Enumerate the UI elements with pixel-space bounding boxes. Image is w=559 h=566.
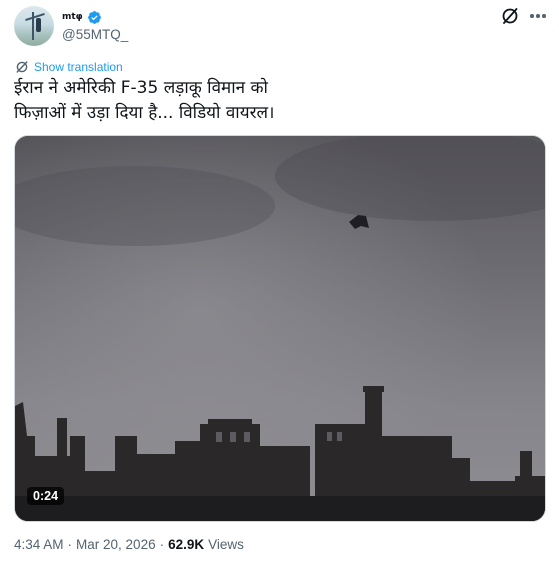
tweet-card: mtφ @55MTQ_ Show translation ईरान ने अमे… (0, 0, 559, 566)
tweet-text: ईरान ने अमेरिकी F-35 लड़ाकू विमान को फिज… (14, 76, 534, 126)
tweet-metadata: 4:34 AM · Mar 20, 2026 · 62.9K Views (14, 537, 244, 552)
verified-badge-icon (87, 10, 101, 24)
video-player[interactable]: 0:24 (14, 135, 546, 522)
tweet-date-link[interactable]: Mar 20, 2026 (76, 537, 156, 552)
tweet-text-line-2: फिज़ाओं में उड़ा दिया है... विडियो वायरल… (14, 103, 275, 123)
show-translation-label: Show translation (34, 60, 123, 74)
translate-icon (16, 61, 28, 73)
meta-separator: · (159, 537, 165, 552)
views-label: Views (208, 537, 244, 552)
video-thumbnail (15, 136, 545, 521)
grok-icon[interactable] (500, 6, 520, 26)
tweet-text-line-1: ईरान ने अमेरिकी F-35 लड़ाकू विमान को (14, 78, 268, 98)
author-handle[interactable]: @55MTQ_ (62, 27, 128, 42)
tweet-time-link[interactable]: 4:34 AM (14, 537, 64, 552)
video-duration-badge: 0:24 (27, 487, 65, 505)
meta-separator: · (67, 537, 73, 552)
display-name[interactable]: mtφ (62, 12, 83, 22)
views-count: 62.9K (168, 537, 205, 552)
show-translation-link[interactable]: Show translation (15, 60, 123, 74)
author-name-row[interactable]: mtφ (62, 9, 102, 25)
avatar[interactable] (14, 6, 54, 46)
more-options-icon[interactable] (527, 6, 549, 26)
